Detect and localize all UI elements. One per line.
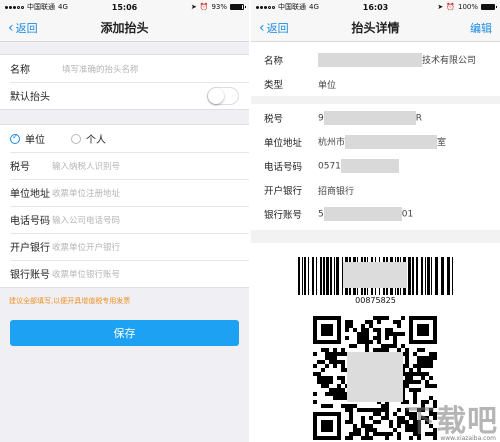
- status-time: 15:06: [111, 2, 138, 12]
- redacted-block: [318, 53, 422, 68]
- default-header-row: 默认抬头: [0, 82, 249, 109]
- header-detail-screen: 中国联通 4G 16:03 ➤ ⏰ 100% ‹ 返回 抬头详情 编辑 名称 技…: [251, 0, 500, 442]
- phone-placeholder[interactable]: 输入公司电话号码: [52, 214, 120, 226]
- detail-value: 单位: [318, 80, 337, 91]
- value-suffix: 技术有限公司: [422, 55, 477, 66]
- name-placeholder[interactable]: 填写准确的抬头名称: [62, 63, 139, 75]
- default-header-toggle[interactable]: [207, 86, 239, 105]
- phone-field[interactable]: 电话号码 输入公司电话号码: [0, 206, 249, 233]
- detail-label: 名称: [264, 56, 284, 67]
- radio-checked-icon: [10, 132, 20, 144]
- value-suffix: 室: [437, 137, 447, 148]
- detail-label: 税号: [264, 114, 284, 125]
- value-prefix: 0571: [318, 161, 341, 172]
- tax-id-placeholder[interactable]: 输入纳税人识别号: [52, 160, 120, 172]
- detail-value: 9R: [318, 111, 422, 125]
- save-button[interactable]: 保存: [10, 320, 239, 346]
- redacted-block: [340, 159, 399, 173]
- detail-row-type: 类型 单位: [251, 72, 500, 96]
- add-header-screen: 中国联通 4G 15:06 ➤ ⏰ 93% ‹ 返回 添加抬头 名称 填写准确的…: [0, 0, 249, 442]
- detail-value: 0571: [318, 159, 399, 173]
- nav-bar: ‹ 返回 添加抬头: [0, 14, 249, 42]
- back-button[interactable]: ‹ 返回: [251, 20, 289, 36]
- detail-value: 杭州市 室: [318, 135, 446, 150]
- phone-label: 电话号码: [10, 216, 50, 227]
- detail-label: 类型: [264, 80, 284, 91]
- name-field[interactable]: 名称 填写准确的抬头名称: [0, 55, 249, 82]
- watermark-url: www.xiazaiba.com: [440, 435, 496, 442]
- tax-id-field[interactable]: 税号 输入纳税人识别号: [0, 152, 249, 179]
- tax-id-label: 税号: [10, 162, 30, 173]
- back-label: 返回: [266, 21, 289, 35]
- detail-row-name: 名称 技术有限公司: [251, 48, 500, 72]
- invoice-group: 单位 个人 税号 输入纳税人识别号 单位地址 收票单位注册地址 电话号码 输入公…: [0, 124, 249, 288]
- fill-hint: 建议全部填写,以便开具增值税专用发票: [9, 297, 131, 305]
- detail-label: 银行账号: [264, 210, 303, 221]
- account-field[interactable]: 银行账号 收票单位银行账号: [0, 260, 249, 287]
- watermark: 下载吧: [405, 404, 498, 439]
- status-time: 16:03: [362, 2, 389, 12]
- bank-field[interactable]: 开户银行 收票单位开户银行: [0, 233, 249, 260]
- nav-bar: ‹ 返回 抬头详情 编辑: [251, 14, 500, 42]
- bank-placeholder[interactable]: 收票单位开户银行: [52, 241, 120, 253]
- redacted-block: [345, 135, 438, 150]
- detail-row-phone: 电话号码 0571: [251, 154, 500, 178]
- account-placeholder[interactable]: 收票单位银行账号: [52, 268, 120, 280]
- radio-personal-label: 个人: [86, 135, 106, 146]
- detail-row-tax-id: 税号 9R: [251, 106, 500, 130]
- qr-redaction: [347, 352, 403, 402]
- address-label: 单位地址: [10, 189, 50, 200]
- status-bar: 中国联通 4G 15:06 ➤ ⏰ 93%: [0, 0, 249, 14]
- redacted-block: [323, 111, 416, 125]
- back-button[interactable]: ‹ 返回: [0, 20, 38, 36]
- address-placeholder[interactable]: 收票单位注册地址: [52, 187, 120, 199]
- radio-unchecked-icon: [71, 133, 81, 144]
- address-field[interactable]: 单位地址 收票单位注册地址: [0, 179, 249, 206]
- value-suffix: 01: [401, 209, 414, 220]
- back-label: 返回: [15, 21, 38, 35]
- detail-group-top: 名称 技术有限公司 类型 单位: [251, 42, 500, 96]
- type-row: 单位 个人: [0, 125, 249, 152]
- barcode-number: 00875825: [355, 296, 396, 305]
- detail-value: 技术有限公司: [318, 53, 476, 68]
- battery-icon: [481, 4, 497, 10]
- radio-personal[interactable]: 个人: [71, 131, 106, 146]
- detail-value: 招商银行: [318, 184, 354, 197]
- back-chevron-icon: ‹: [8, 19, 14, 36]
- redacted-block: [323, 207, 402, 221]
- battery-icon: [230, 4, 246, 10]
- edit-button[interactable]: 编辑: [470, 20, 500, 36]
- default-header-label: 默认抬头: [10, 92, 50, 103]
- radio-unit[interactable]: 单位: [10, 131, 45, 146]
- detail-value: 5 01: [318, 207, 413, 221]
- detail-row-account: 银行账号 5 01: [251, 202, 500, 226]
- detail-row-address: 单位地址 杭州市 室: [251, 130, 500, 154]
- back-chevron-icon: ‹: [259, 19, 265, 36]
- value-prefix: 杭州市: [318, 137, 346, 148]
- name-group: 名称 填写准确的抬头名称 默认抬头: [0, 54, 249, 110]
- barcode-redaction: [343, 262, 407, 288]
- detail-label: 单位地址: [264, 138, 303, 149]
- value-prefix: 招商银行: [318, 186, 355, 197]
- detail-group-invoice: 税号 9R 单位地址 杭州市 室 电话号码 0571 开户银行 招商银行 银行账号…: [251, 104, 500, 230]
- account-label: 银行账号: [10, 270, 50, 281]
- radio-unit-label: 单位: [25, 135, 45, 146]
- name-label: 名称: [10, 65, 30, 76]
- status-bar: 中国联通 4G 16:03 ➤ ⏰ 100%: [251, 0, 500, 14]
- value-suffix: R: [415, 113, 422, 124]
- detail-row-bank: 开户银行 招商银行: [251, 178, 500, 202]
- detail-label: 电话号码: [264, 162, 303, 173]
- bank-label: 开户银行: [10, 243, 50, 254]
- detail-label: 开户银行: [264, 186, 303, 197]
